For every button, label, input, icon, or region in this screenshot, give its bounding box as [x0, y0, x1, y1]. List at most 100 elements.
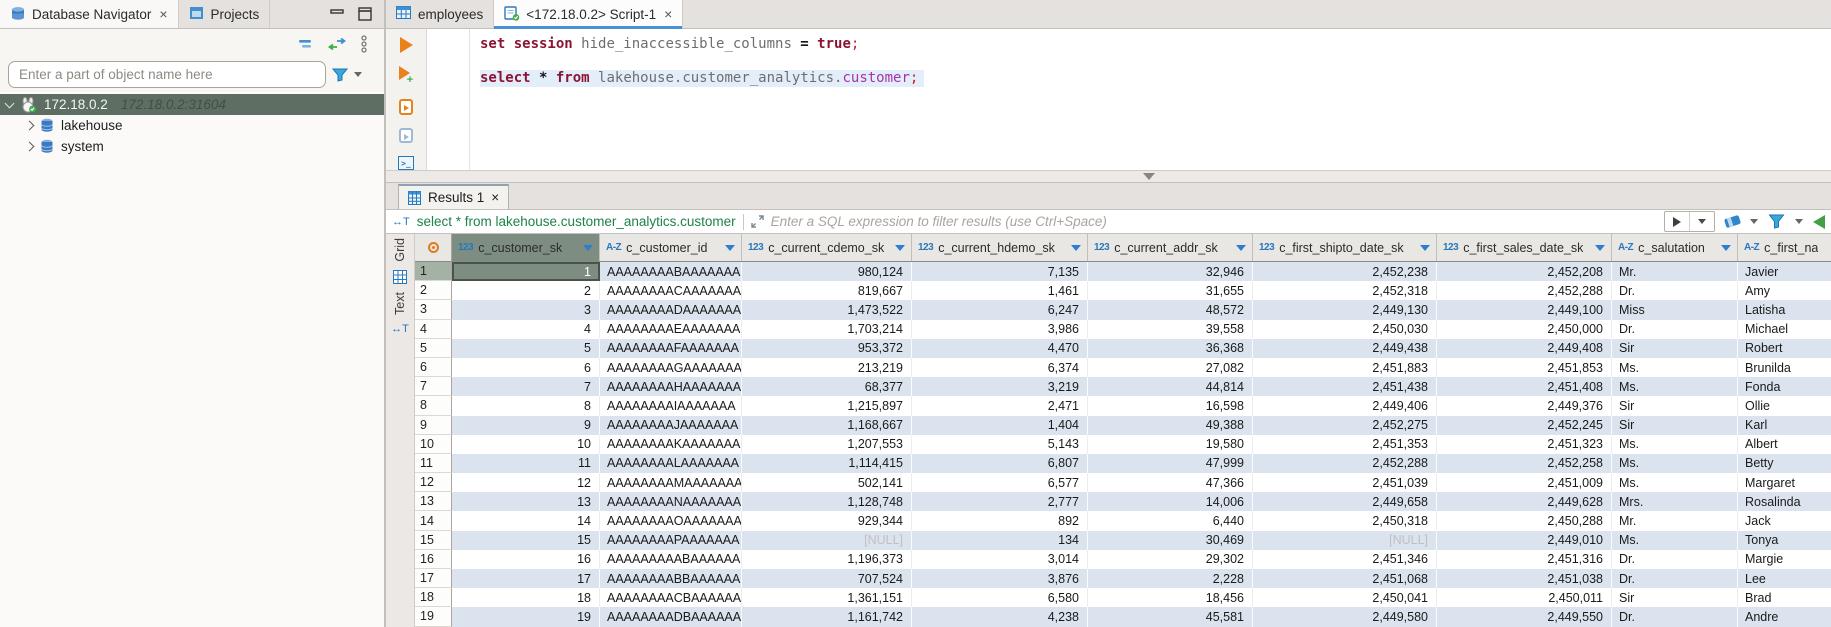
grid-cell[interactable]: 1,361,151	[742, 588, 912, 607]
grid-cell[interactable]: Mr.	[1612, 262, 1738, 281]
filter-dropdown-icon[interactable]	[354, 72, 362, 77]
grid-cell[interactable]: AAAAAAAADAAAAAAA	[600, 300, 742, 319]
grid-cell[interactable]: 2,449,438	[1253, 339, 1437, 358]
grid-cell[interactable]: 16,598	[1088, 396, 1253, 415]
grid-cell[interactable]: 2,450,288	[1437, 511, 1612, 530]
grid-cell[interactable]: 2,450,318	[1253, 511, 1437, 530]
text-presentation-icon[interactable]: ↔T	[391, 323, 409, 335]
grid-cell[interactable]: Fonda	[1738, 377, 1831, 396]
grid-cell[interactable]: 9	[452, 416, 600, 435]
grid-cell[interactable]: Mr.	[1612, 511, 1738, 530]
grid-cell[interactable]: Karl	[1738, 416, 1831, 435]
grid-cell[interactable]: 29,302	[1088, 550, 1253, 569]
grid-cell[interactable]: 8	[452, 396, 600, 415]
grid-cell[interactable]: 11	[452, 454, 600, 473]
sash-down-icon[interactable]	[1143, 173, 1155, 180]
grid-cell[interactable]: Miss	[1612, 300, 1738, 319]
grid-cell[interactable]: 47,366	[1088, 473, 1253, 492]
close-icon[interactable]: ×	[664, 6, 672, 22]
tab-grid[interactable]: Grid	[393, 238, 407, 262]
clear-filter-icon[interactable]	[1724, 215, 1741, 228]
row-number[interactable]: 13	[415, 492, 452, 511]
column-header-c_first_sales_date_sk[interactable]: 123c_first_sales_date_sk	[1437, 234, 1612, 261]
grid-cell[interactable]: 819,667	[742, 281, 912, 300]
grid-cell[interactable]: 27,082	[1088, 358, 1253, 377]
grid-cell[interactable]: Margie	[1738, 550, 1831, 569]
grid-cell[interactable]: 4,470	[912, 339, 1088, 358]
grid-cell[interactable]: AAAAAAAAIAAAAAAA	[600, 396, 742, 415]
grid-cell[interactable]: 2,451,353	[1253, 435, 1437, 454]
grid-cell[interactable]: Brad	[1738, 588, 1831, 607]
grid-cell[interactable]: Ms.	[1612, 473, 1738, 492]
row-number[interactable]: 17	[415, 569, 452, 588]
grid-cell[interactable]: Latisha	[1738, 300, 1831, 319]
grid-cell[interactable]: 36,368	[1088, 339, 1253, 358]
grid-cell[interactable]: 2,451,408	[1437, 377, 1612, 396]
grid-cell[interactable]: Ms.	[1612, 531, 1738, 550]
column-menu-icon[interactable]	[1595, 245, 1605, 251]
column-menu-icon[interactable]	[1236, 245, 1246, 251]
grid-cell[interactable]: Andre	[1738, 607, 1831, 626]
grid-cell[interactable]: 3	[452, 300, 600, 319]
grid-cell[interactable]: [NULL]	[1253, 531, 1437, 550]
grid-cell[interactable]: Albert	[1738, 435, 1831, 454]
grid-cell[interactable]: 1,404	[912, 416, 1088, 435]
grid-cell[interactable]: 2,452,275	[1253, 416, 1437, 435]
grid-cell[interactable]: 3,986	[912, 320, 1088, 339]
grid-cell[interactable]: AAAAAAAABAAAAAAA	[600, 262, 742, 281]
grid-cell[interactable]: 6,374	[912, 358, 1088, 377]
tree-item-lakehouse[interactable]: lakehouse	[0, 115, 384, 136]
grid-cell[interactable]: AAAAAAAABBAAAAAA	[600, 569, 742, 588]
grid-cell[interactable]: AAAAAAAADBAAAAAA	[600, 607, 742, 626]
sql-line[interactable]: select * from lakehouse.customer_analyti…	[480, 70, 1831, 87]
grid-cell[interactable]: 14,006	[1088, 492, 1253, 511]
grid-cell[interactable]: Michael	[1738, 320, 1831, 339]
grid-cell[interactable]: Amy	[1738, 281, 1831, 300]
close-icon[interactable]: ×	[491, 190, 499, 205]
grid-cell[interactable]: Dr.	[1612, 320, 1738, 339]
grid-cell[interactable]: 32,946	[1088, 262, 1253, 281]
tree-item-connection[interactable]: 172.18.0.2 172.18.0.2:31604	[0, 94, 384, 115]
grid-cell[interactable]: [NULL]	[742, 531, 912, 550]
grid-cell[interactable]: 6,580	[912, 588, 1088, 607]
grid-cell[interactable]: 134	[912, 531, 1088, 550]
grid-cell[interactable]: Ms.	[1612, 377, 1738, 396]
grid-cell[interactable]: 2,449,130	[1253, 300, 1437, 319]
tab-database-navigator[interactable]: Database Navigator ×	[0, 0, 179, 28]
column-header-c_current_cdemo_sk[interactable]: 123c_current_cdemo_sk	[742, 234, 912, 261]
grid-cell[interactable]: AAAAAAAAKAAAAAAA	[600, 435, 742, 454]
grid-cell[interactable]: 2,449,100	[1437, 300, 1612, 319]
sash-handle[interactable]	[1121, 173, 1155, 180]
grid-cell[interactable]: 44,814	[1088, 377, 1253, 396]
maximize-icon[interactable]	[358, 7, 372, 21]
grid-cell[interactable]: AAAAAAAAMAAAAAAA	[600, 473, 742, 492]
grid-cell[interactable]: 1,161,742	[742, 607, 912, 626]
grid-cell[interactable]: 7	[452, 377, 600, 396]
grid-cell[interactable]: AAAAAAAAEAAAAAAA	[600, 320, 742, 339]
grid-cell[interactable]: 49,388	[1088, 416, 1253, 435]
grid-cell[interactable]: 2,450,000	[1437, 320, 1612, 339]
execute-new-tab-icon[interactable]: +	[399, 66, 413, 86]
grid-cell[interactable]: 1,215,897	[742, 396, 912, 415]
tab-results-1[interactable]: Results 1 ×	[398, 184, 509, 209]
grid-cell[interactable]: 1,473,522	[742, 300, 912, 319]
row-number[interactable]: 15	[415, 531, 452, 550]
grid-cell[interactable]: 2,228	[1088, 569, 1253, 588]
grid-cell[interactable]: Dr.	[1612, 607, 1738, 626]
execute-statement-icon[interactable]	[400, 37, 413, 53]
grid-cell[interactable]: AAAAAAAAHAAAAAAA	[600, 377, 742, 396]
column-header-c_customer_id[interactable]: A-Zc_customer_id	[600, 234, 742, 261]
grid-cell[interactable]: 2,452,318	[1253, 281, 1437, 300]
grid-cell[interactable]: AAAAAAAAJAAAAAAA	[600, 416, 742, 435]
grid-cell[interactable]: 14	[452, 511, 600, 530]
apply-filter-dropdown[interactable]	[1689, 212, 1714, 231]
row-number[interactable]: 5	[415, 339, 452, 358]
grid-cell[interactable]: 3,219	[912, 377, 1088, 396]
grid-cell[interactable]: 6,440	[1088, 511, 1253, 530]
grid-cell[interactable]: 39,558	[1088, 320, 1253, 339]
grid-cell[interactable]: 2,451,038	[1437, 569, 1612, 588]
grid-cell[interactable]: 12	[452, 473, 600, 492]
grid-cell[interactable]: Mrs.	[1612, 492, 1738, 511]
grid-cell[interactable]: 2,452,288	[1253, 454, 1437, 473]
grid-cell[interactable]: 2,450,030	[1253, 320, 1437, 339]
